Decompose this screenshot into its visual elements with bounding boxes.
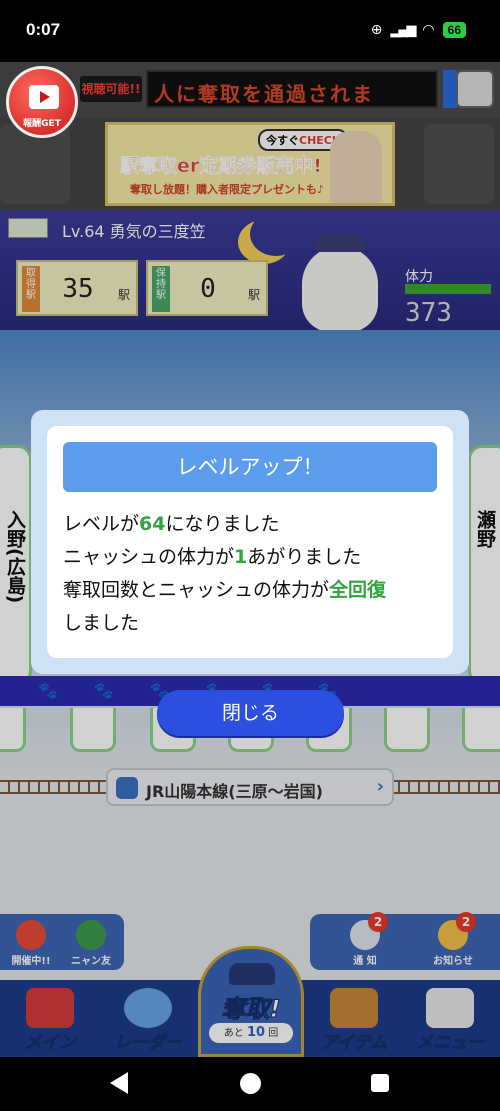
signal-icon: ▂▄▆ [390, 22, 416, 38]
home-icon[interactable] [240, 1073, 261, 1094]
message-line-4: しました [63, 612, 140, 634]
dialog-message: レベルが64になりました ニャッシュの体力が1あがりました 奪取回数とニャッシュ… [63, 508, 443, 640]
close-button[interactable]: 閉じる [157, 690, 344, 736]
level-up-dialog: レベルアップ！ レベルが64になりました ニャッシュの体力が1あがりました 奪取… [31, 410, 469, 674]
video-reward-label: 報酬GET [23, 119, 61, 129]
message-line-3: 奪取回数とニャッシュの体力が全回復 [63, 579, 387, 601]
dialog-title: レベルアップ！ [63, 442, 437, 492]
wifi-icon: ◠ [422, 22, 435, 38]
play-icon [29, 85, 59, 109]
status-icons: ⊕ ▂▄▆ ◠ 66 [371, 22, 466, 38]
battery-icon: 66 [442, 22, 466, 38]
message-line-1: レベルが64になりました [63, 513, 280, 535]
clock: 0:07 [26, 20, 61, 39]
game-screen: 視聴可能!! 人に奪取を通過されま 報酬GET 今すぐCHECK 駅奪取er定期… [0, 62, 500, 1057]
system-nav-bar [0, 1057, 500, 1111]
message-line-2: ニャッシュの体力が1あがりました [63, 546, 362, 568]
back-icon[interactable] [110, 1072, 128, 1094]
recents-icon[interactable] [371, 1074, 389, 1092]
video-reward-button[interactable]: 報酬GET [6, 66, 78, 138]
status-bar: 0:07 ⊕ ▂▄▆ ◠ 66 [0, 0, 500, 62]
dialog-content: レベルアップ！ レベルが64になりました ニャッシュの体力が1あがりました 奪取… [47, 426, 453, 658]
sync-icon: ⊕ [370, 22, 383, 38]
